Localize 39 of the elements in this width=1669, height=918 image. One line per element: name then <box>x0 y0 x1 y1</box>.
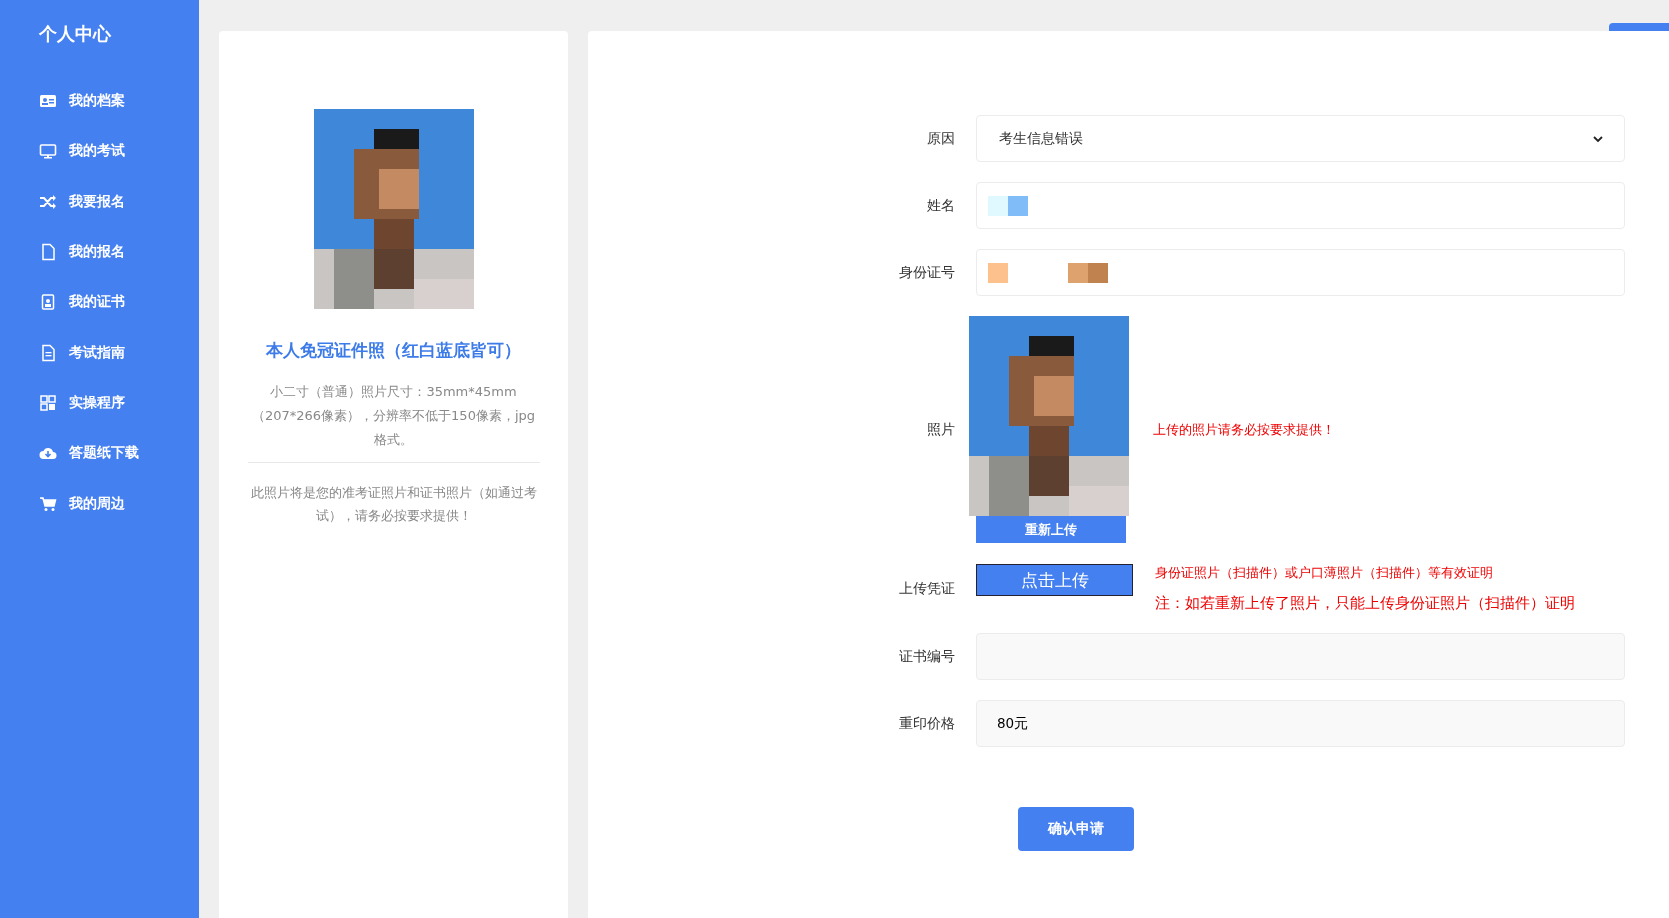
sidebar-item[interactable]: 我的证书 <box>69 293 125 312</box>
proof-note: 注：如若重新上传了照片，只能上传身份证照片（扫描件）证明 <box>1155 594 1575 613</box>
sidebar-item[interactable]: 我的考试 <box>69 142 125 161</box>
shuffle-icon <box>39 192 57 211</box>
field-label: 姓名 <box>926 196 955 215</box>
photo-hint: 上传的照片请务必按要求提供！ <box>1153 421 1335 439</box>
card-title: 本人免冠证件照（红白蓝底皆可） <box>266 339 521 362</box>
cart-icon <box>39 494 57 513</box>
field-label: 上传凭证 <box>898 579 955 598</box>
reupload-button[interactable]: 重新上传 <box>976 516 1126 543</box>
proof-hint: 身份证照片（扫描件）或户口薄照片（扫描件）等有效证明 <box>1155 564 1494 582</box>
reprint-price-field[interactable]: 80元 <box>976 700 1625 747</box>
reason-select[interactable]: 考生信息错误 <box>976 115 1625 162</box>
field-label: 照片 <box>926 421 955 439</box>
photo-requirements: 小二寸（普通）照片尺寸：35mm*45mm（207*266像素），分辨率不低于150像素，jpg格式。 <box>250 383 537 449</box>
redacted-mark <box>988 195 1028 216</box>
sidebar-item[interactable]: 我的档案 <box>69 92 125 111</box>
sidebar-item[interactable]: 我的报名 <box>69 243 125 262</box>
field-label: 原因 <box>926 129 955 148</box>
sidebar-item[interactable]: 考试指南 <box>69 343 125 362</box>
button-edge[interactable] <box>1609 23 1669 31</box>
field-label: 重印价格 <box>898 714 955 733</box>
id-number-field[interactable] <box>976 249 1625 296</box>
field-label: 身份证号 <box>898 263 955 282</box>
upload-button[interactable]: 点击上传 <box>976 564 1133 596</box>
monitor-icon <box>39 142 57 161</box>
sidebar-item[interactable]: 我要报名 <box>69 192 125 211</box>
badge-icon <box>39 293 57 312</box>
field-label: 证书编号 <box>898 647 955 666</box>
sidebar-item[interactable]: 答题纸下载 <box>69 444 139 463</box>
sidebar-item[interactable]: 我的周边 <box>69 494 125 513</box>
qr-code-icon <box>39 393 57 412</box>
sidebar-title: 个人中心 <box>39 22 111 46</box>
sidebar-item[interactable]: 实操程序 <box>69 393 125 412</box>
text-file-icon <box>39 343 57 362</box>
photo-note: 此照片将是您的准考证照片和证书照片（如通过考试），请务必按要求提供！ <box>249 484 538 525</box>
submit-button[interactable]: 确认申请 <box>1018 807 1134 851</box>
document-icon <box>39 243 57 262</box>
name-field[interactable] <box>976 182 1625 229</box>
